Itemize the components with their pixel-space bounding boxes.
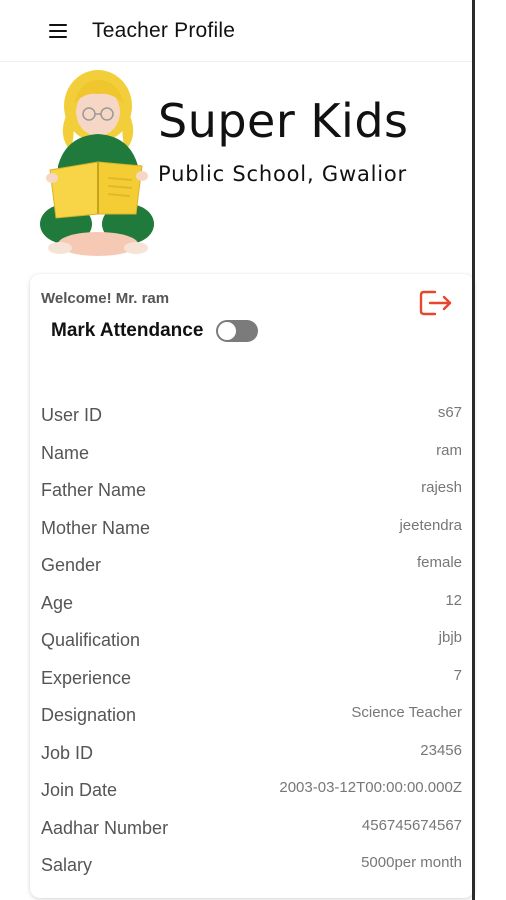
detail-row-join-date: Join Date 2003-03-12T00:00:00.000Z <box>30 771 474 809</box>
detail-row-gender: Gender female <box>30 546 474 584</box>
menu-button[interactable] <box>28 1 88 61</box>
detail-label: Experience <box>41 667 132 688</box>
toggle-knob <box>218 322 237 340</box>
detail-value: female <box>416 554 462 571</box>
detail-value: 12 <box>445 591 462 609</box>
detail-value: 5000per month <box>361 854 462 871</box>
profile-details: User ID s67 Name ram Father Name rajesh … <box>30 396 474 884</box>
detail-label: Age <box>41 592 74 613</box>
detail-label: Name <box>41 442 90 463</box>
school-banner: Super Kids Public School, Gwalior <box>0 62 472 274</box>
page-title: Teacher Profile <box>92 18 236 42</box>
girl-reading-illustration <box>40 70 154 256</box>
detail-row-designation: Designation Science Teacher <box>30 696 474 734</box>
logout-icon[interactable] <box>418 286 454 320</box>
detail-value: 7 <box>453 666 462 684</box>
profile-card: Welcome! Mr. ram Mark Attendance User ID… <box>30 274 474 898</box>
detail-value: 2003-03-12T00:00:00.000Z <box>279 779 462 796</box>
detail-value: jeetendra <box>399 516 462 534</box>
app-screen: Teacher Profile Super Kids Public School… <box>0 0 474 900</box>
detail-value: 23456 <box>420 741 462 759</box>
attendance-label: Mark Attendance <box>51 320 204 341</box>
detail-value: 456745674567 <box>361 816 462 834</box>
detail-row-user-id: User ID s67 <box>30 396 474 434</box>
attendance-toggle[interactable] <box>216 320 259 342</box>
detail-label: Designation <box>41 705 137 725</box>
welcome-text: Welcome! Mr. ram <box>41 290 170 307</box>
detail-row-father-name: Father Name rajesh <box>30 471 474 509</box>
detail-label: Mother Name <box>41 517 151 538</box>
detail-label: User ID <box>41 405 103 425</box>
detail-label: Qualification <box>41 630 141 650</box>
detail-row-job-id: Job ID 23456 <box>30 734 474 772</box>
detail-label: Gender <box>41 555 102 575</box>
detail-label: Join Date <box>41 780 118 800</box>
school-name: Super Kids <box>158 94 409 148</box>
detail-row-experience: Experience 7 <box>30 659 474 697</box>
window-edge <box>472 0 475 900</box>
detail-row-qualification: Qualification jbjb <box>30 621 474 659</box>
attendance-row: Mark Attendance <box>51 320 259 342</box>
detail-row-aadhar-number: Aadhar Number 456745674567 <box>30 809 474 847</box>
detail-row-mother-name: Mother Name jeetendra <box>30 509 474 547</box>
school-subtitle: Public School, Gwalior <box>158 162 407 186</box>
detail-label: Aadhar Number <box>41 817 169 838</box>
app-bar: Teacher Profile <box>0 0 472 62</box>
detail-value: Science Teacher <box>351 704 462 721</box>
detail-label: Job ID <box>41 742 94 763</box>
hamburger-menu-icon <box>49 23 67 38</box>
detail-row-salary: Salary 5000per month <box>30 846 474 884</box>
detail-row-name: Name ram <box>30 434 474 472</box>
detail-value: rajesh <box>421 479 462 496</box>
detail-label: Salary <box>41 855 93 875</box>
detail-value: ram <box>436 441 462 459</box>
detail-row-age: Age 12 <box>30 584 474 622</box>
detail-value: jbjb <box>438 629 462 646</box>
detail-value: s67 <box>437 404 462 421</box>
detail-label: Father Name <box>41 480 147 500</box>
